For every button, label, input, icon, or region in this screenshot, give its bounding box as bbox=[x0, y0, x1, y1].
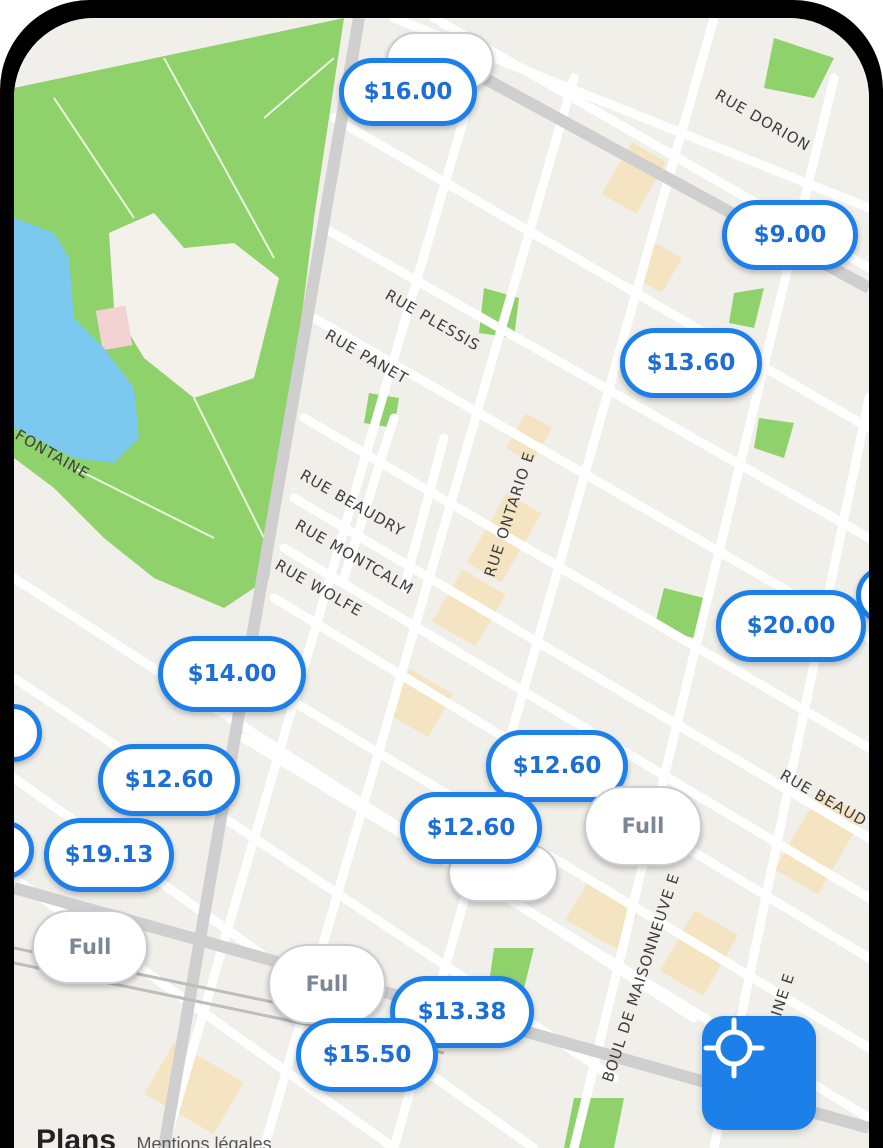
price-pin[interactable]: $9.00 bbox=[722, 200, 858, 270]
full-pin[interactable]: Full bbox=[32, 910, 148, 984]
crosshair-icon bbox=[703, 1017, 765, 1079]
legal-notices-link[interactable]: Mentions légales bbox=[137, 1134, 272, 1148]
full-pin[interactable]: Full bbox=[268, 944, 386, 1024]
price-pin[interactable]: $12.60 bbox=[400, 792, 542, 864]
price-pin[interactable]: $20.00 bbox=[716, 590, 866, 662]
price-pin[interactable]: $14.00 bbox=[158, 636, 306, 712]
map-view[interactable]: RUE DORION RUE PLESSIS RUE PANET FONTAIN… bbox=[14, 18, 869, 1148]
price-pin[interactable]: $13.60 bbox=[620, 328, 762, 398]
maps-brand-label: Plans bbox=[36, 1124, 117, 1148]
full-pin[interactable]: Full bbox=[584, 786, 702, 866]
price-pin[interactable]: $16.00 bbox=[339, 58, 477, 126]
locate-me-button[interactable] bbox=[702, 1016, 816, 1130]
price-pin[interactable]: $19.13 bbox=[44, 818, 174, 892]
price-pin[interactable]: $12.60 bbox=[98, 744, 240, 816]
device-frame: RUE DORION RUE PLESSIS RUE PANET FONTAIN… bbox=[0, 0, 883, 1148]
map-attribution: Plans Mentions légales bbox=[36, 1124, 272, 1148]
price-pin[interactable]: $15.50 bbox=[296, 1018, 438, 1092]
